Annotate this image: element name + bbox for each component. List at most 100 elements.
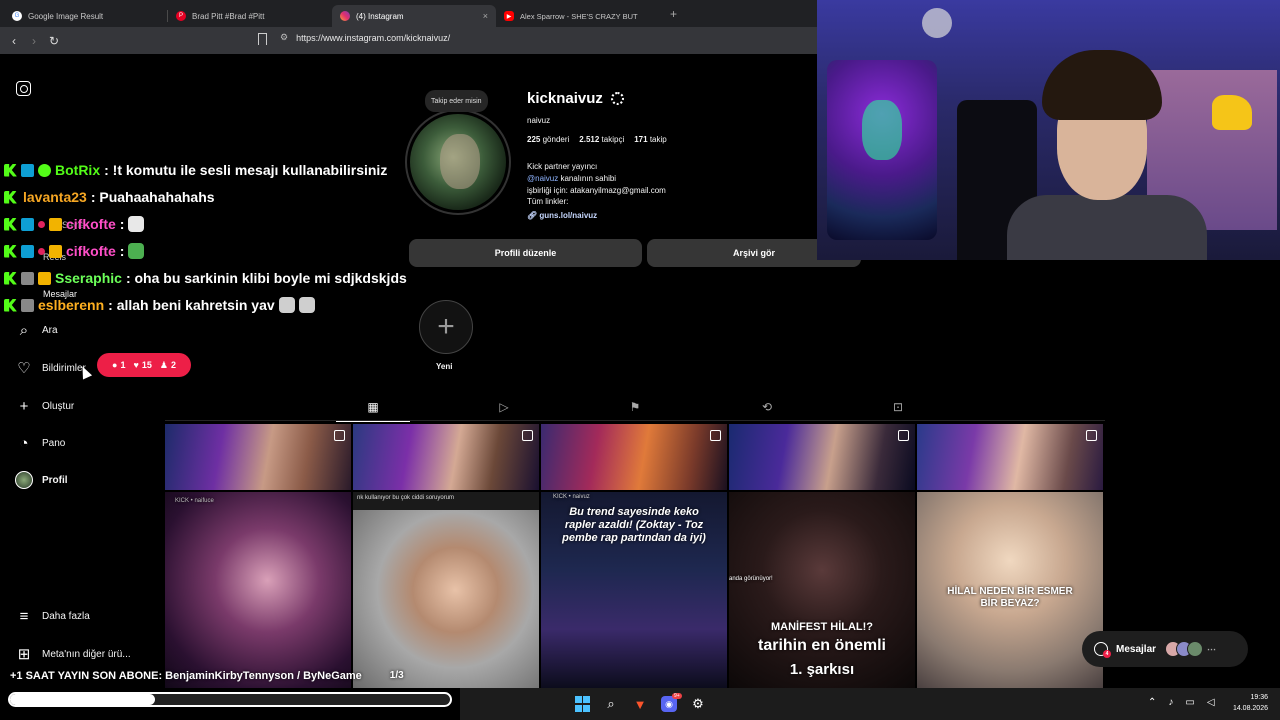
person-icon: ♟ bbox=[159, 359, 168, 370]
follow-count: ♟ 2 bbox=[159, 359, 176, 371]
site-info-icon[interactable]: ⚙ bbox=[280, 32, 288, 43]
bio-external-link[interactable]: 🔗︎ guns.lol/naivuz bbox=[527, 210, 666, 222]
stream-goal-progress-bar bbox=[8, 692, 452, 707]
tab-instagram[interactable]: (4) Instagram × bbox=[332, 5, 496, 27]
heart-icon: ♡ bbox=[17, 360, 31, 377]
progress-fill bbox=[10, 694, 156, 705]
bio-mention-link[interactable]: @naivuz bbox=[527, 174, 558, 183]
post-caption: Bu trend sayesinde keko rapler azaldı! (… bbox=[562, 506, 706, 544]
tagged-icon[interactable]: ⊡ bbox=[891, 400, 905, 414]
notification-summary-pill[interactable]: ● 1 ♥ 15 ♟ 2 bbox=[97, 353, 191, 377]
settings-gear-icon[interactable] bbox=[610, 92, 624, 105]
url-field[interactable]: ⚙ https://www.instagram.com/kicknaivuz/ bbox=[280, 32, 450, 43]
kick-badge-icon bbox=[4, 298, 17, 312]
crown-badge-icon bbox=[49, 217, 62, 231]
steam-icon[interactable]: ⚙ bbox=[690, 696, 706, 712]
instagram-icon bbox=[340, 11, 350, 21]
sidebar-item-meta-apps[interactable]: ⊞ Meta'nın diğer ürü... bbox=[14, 644, 131, 664]
post-thumbnail[interactable]: HİLAL NEDEN BİR ESMER BİR BEYAZ? bbox=[917, 492, 1103, 688]
post-thumbnail[interactable] bbox=[541, 424, 727, 490]
sidebar-item-search[interactable]: ⌕ Ara bbox=[14, 320, 58, 340]
post-thumbnail[interactable]: nk kullanıyor bu çok ciddi soruyorum bbox=[353, 492, 539, 688]
post-caption-title: 1. şarkısı bbox=[789, 661, 855, 678]
post-thumbnail[interactable]: KICK • naifuce bbox=[165, 492, 351, 688]
browser-tab-strip: G Google Image Result P Brad Pitt #Brad … bbox=[0, 0, 820, 27]
messages-dock[interactable]: 4 Mesajlar ⋯ bbox=[1082, 631, 1248, 667]
message-avatars bbox=[1165, 641, 1204, 657]
pixel-duck-decoration bbox=[1212, 95, 1252, 130]
chevron-up-icon[interactable]: ⌃ bbox=[1148, 697, 1156, 708]
bio-line: @naivuz kanalının sahibi bbox=[527, 173, 617, 183]
profile-bio: Kick partner yayıncı @naivuz kanalının s… bbox=[527, 161, 666, 222]
youtube-icon: ▶ bbox=[504, 11, 514, 21]
profile-tabs-divider bbox=[165, 420, 1105, 421]
sidebar-item-more[interactable]: ≡ Daha fazla bbox=[14, 606, 90, 626]
back-button[interactable]: ‹ bbox=[4, 34, 24, 48]
cat-emote-icon bbox=[278, 297, 295, 313]
clock[interactable]: 19:36 14.08.2026 bbox=[1233, 692, 1268, 714]
sidebar-item-notifications[interactable]: ♡ Bildirimler bbox=[14, 358, 86, 378]
following-stat[interactable]: 171 takip bbox=[634, 135, 667, 144]
posts-stat: 225 gönderi bbox=[527, 135, 570, 144]
reels-icon[interactable]: ▷ bbox=[497, 400, 511, 414]
search-icon[interactable]: ⌕ bbox=[603, 696, 619, 712]
sidebar-item-create[interactable]: + Oluştur bbox=[14, 396, 75, 416]
tab-google-image-result[interactable]: G Google Image Result bbox=[4, 5, 168, 27]
post-thumbnail[interactable] bbox=[729, 424, 915, 490]
saved-icon[interactable]: ⚑ bbox=[628, 400, 642, 414]
chat-username: lavanta23 bbox=[23, 189, 87, 205]
post-thumbnail[interactable] bbox=[165, 424, 351, 490]
heart-icon: ♥ bbox=[133, 360, 139, 370]
new-tab-button[interactable]: + bbox=[670, 7, 677, 21]
post-thumbnail[interactable]: KICK • naivuz Bu trend sayesinde keko ra… bbox=[541, 492, 727, 688]
bookmark-icon[interactable] bbox=[258, 33, 267, 45]
streamer-image bbox=[1007, 50, 1207, 260]
reload-button[interactable]: ↻ bbox=[44, 34, 64, 48]
tab-pinterest[interactable]: P Brad Pitt #Brad #Pitt bbox=[168, 5, 332, 27]
sidebar-item-profile[interactable]: Profil bbox=[14, 470, 68, 490]
reposts-icon[interactable]: ⟲ bbox=[760, 400, 774, 414]
post-caption: HİLAL NEDEN BİR ESMER BİR BEYAZ? bbox=[947, 586, 1073, 609]
network-icon[interactable]: ▭ bbox=[1185, 697, 1194, 708]
pinterest-icon: P bbox=[176, 11, 186, 21]
post-thumbnail[interactable] bbox=[353, 424, 539, 490]
edit-profile-button[interactable]: Profili düzenle bbox=[409, 239, 642, 267]
tab-youtube[interactable]: ▶ Alex Sparrow - SHE'S CRAZY BUT bbox=[496, 5, 660, 27]
sidebar-item-label: Pano bbox=[42, 437, 66, 449]
grid-icon[interactable]: ▦ bbox=[336, 400, 410, 422]
microphone-icon[interactable]: ♪ bbox=[1168, 697, 1173, 708]
followers-stat[interactable]: 2.512 takipçi bbox=[579, 135, 624, 144]
brave-browser-icon[interactable]: ▼ bbox=[632, 696, 648, 712]
note-bubble[interactable]: Takip eder misin bbox=[425, 90, 488, 112]
chat-text: : !t komutu ile sesli mesajı kullanabili… bbox=[104, 162, 388, 178]
sidebar-item-label: Profil bbox=[42, 474, 68, 486]
pin-icon bbox=[334, 430, 345, 441]
sidebar-item-dashboard[interactable]: ◔ Pano bbox=[14, 433, 65, 453]
ghost-emote-icon bbox=[128, 216, 145, 232]
windows-start-icon[interactable] bbox=[574, 696, 590, 712]
post-thumbnail[interactable] bbox=[917, 424, 1103, 490]
volume-icon[interactable]: ◁ bbox=[1207, 697, 1215, 708]
frog-emote-icon bbox=[128, 243, 145, 259]
bio-line: Kick partner yayıncı bbox=[527, 162, 598, 171]
reel-icon bbox=[1086, 430, 1097, 441]
post-caption-small: anda görünüyor! bbox=[729, 576, 773, 582]
chat-text: : bbox=[119, 243, 125, 259]
streamer-webcam bbox=[817, 0, 1280, 260]
instagram-logo-icon[interactable] bbox=[16, 81, 31, 96]
ticker-text: +1 SAAT YAYIN SON ABONE: BenjaminKirbyTe… bbox=[10, 670, 362, 682]
scream-poster-image bbox=[827, 60, 937, 240]
post-caption-title: MANİFEST HİLAL!? bbox=[770, 621, 874, 633]
close-tab-icon[interactable]: × bbox=[483, 11, 488, 21]
post-thumbnail[interactable]: anda görünüyor! MANİFEST HİLAL!? tarihin… bbox=[729, 492, 915, 688]
profile-avatar[interactable] bbox=[405, 109, 511, 215]
new-highlight-button[interactable]: + bbox=[419, 300, 473, 354]
posts-grid: KICK • naifuce nk kullanıyor bu çok cidd… bbox=[165, 424, 1105, 688]
dashboard-icon: ◔ bbox=[19, 434, 29, 452]
chat-message: BotRix : !t komutu ile sesli mesajı kull… bbox=[4, 162, 387, 178]
forward-button[interactable]: › bbox=[24, 34, 44, 48]
chat-text: : bbox=[119, 216, 125, 232]
system-tray: ⌃ ♪ ▭ ◁ bbox=[1148, 697, 1215, 708]
profile-stats: 225 gönderi 2.512 takipçi 171 takip bbox=[527, 135, 667, 144]
chat-username: BotRix bbox=[55, 162, 101, 178]
